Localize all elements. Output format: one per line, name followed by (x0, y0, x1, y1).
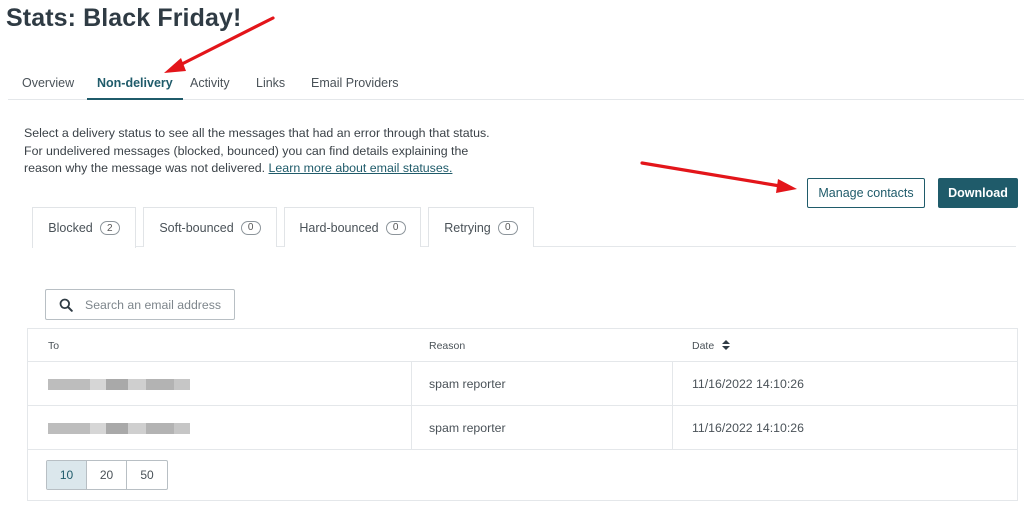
count-badge: 0 (385, 220, 406, 235)
cell-to (48, 406, 190, 450)
cell-date: 11/16/2022 14:10:26 (692, 377, 804, 391)
redacted-email (48, 422, 190, 434)
delivery-status-tabs: Blocked 2 Soft-bounced 0 Hard-bounced 0 … (32, 207, 1016, 248)
search-icon (59, 298, 73, 312)
tab-blocked[interactable]: Blocked 2 (32, 207, 136, 248)
tab-label: Blocked (48, 221, 93, 235)
table-header: To Reason Date (28, 329, 1017, 362)
tab-links[interactable]: Links (256, 76, 285, 90)
column-date[interactable]: Date (692, 340, 731, 352)
tab-label: Hard-bounced (299, 220, 379, 235)
cell-to (48, 362, 190, 406)
table-row[interactable]: spam reporter 11/16/2022 14:10:26 (28, 406, 1017, 450)
tab-label: Soft-bounced (159, 220, 234, 235)
tab-non-delivery[interactable]: Non-delivery (87, 76, 183, 100)
page-size-selector: 10 20 50 (46, 460, 168, 490)
search-input[interactable] (85, 297, 225, 312)
tab-retrying[interactable]: Retrying 0 (428, 207, 534, 247)
page-size-20[interactable]: 20 (87, 461, 127, 489)
table-row[interactable]: spam reporter 11/16/2022 14:10:26 (28, 362, 1017, 406)
sort-icon (722, 340, 731, 350)
tab-label: Retrying (444, 220, 491, 235)
non-delivery-table: To Reason Date spam reporter 11/16/2022 … (27, 328, 1018, 501)
search-box[interactable] (45, 289, 235, 320)
column-to: To (48, 340, 60, 352)
column-reason: Reason (429, 340, 466, 352)
page-size-10[interactable]: 10 (47, 461, 87, 489)
redacted-email (48, 378, 190, 390)
page-title: Stats: Black Friday! (6, 4, 242, 32)
cell-date: 11/16/2022 14:10:26 (692, 421, 804, 435)
count-badge: 0 (497, 220, 518, 235)
arrow-to-manage-contacts (640, 161, 797, 193)
status-description: Select a delivery status to see all the … (24, 125, 499, 178)
page-size-50[interactable]: 50 (127, 461, 167, 489)
cell-reason: spam reporter (429, 377, 506, 391)
tab-soft-bounced[interactable]: Soft-bounced 0 (143, 207, 277, 247)
count-badge: 0 (240, 220, 261, 235)
tab-email-providers[interactable]: Email Providers (311, 76, 399, 90)
stats-tabs: Overview Non-delivery Activity Links Ema… (8, 66, 1024, 100)
tab-activity[interactable]: Activity (190, 76, 230, 90)
manage-contacts-button[interactable]: Manage contacts (807, 178, 925, 208)
tab-overview[interactable]: Overview (22, 76, 74, 90)
cell-reason: spam reporter (429, 421, 506, 435)
column-date-label: Date (692, 340, 715, 352)
download-button[interactable]: Download (938, 178, 1018, 208)
learn-more-link[interactable]: Learn more about email statuses. (269, 161, 453, 175)
tab-hard-bounced[interactable]: Hard-bounced 0 (284, 207, 421, 247)
count-badge: 2 (99, 221, 120, 235)
